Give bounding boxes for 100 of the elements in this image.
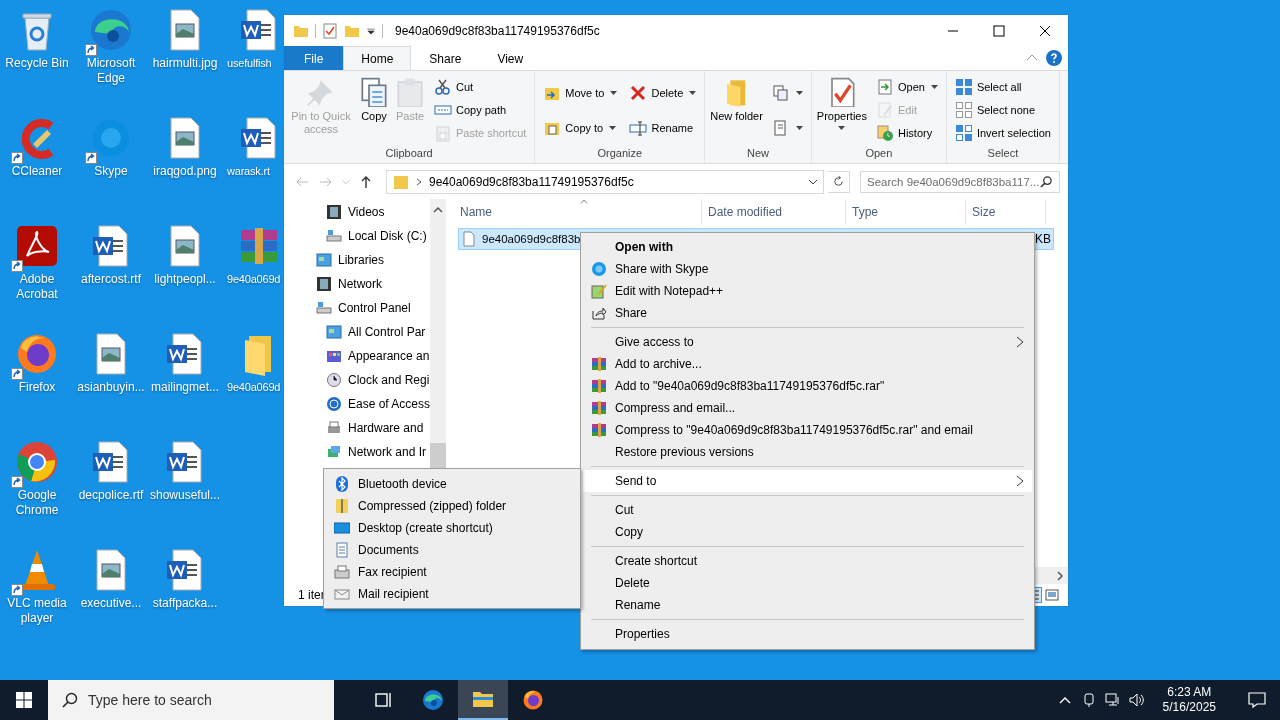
menu-item[interactable]: Restore previous versions bbox=[583, 441, 1032, 463]
maximize-icon bbox=[993, 24, 1005, 37]
menu-item[interactable]: Cut bbox=[583, 499, 1032, 521]
nav-item[interactable]: Hardware and bbox=[284, 416, 431, 440]
menu-item[interactable]: Fax recipient bbox=[326, 561, 578, 583]
menu-item[interactable]: Send to bbox=[583, 470, 1032, 492]
ribbon-button[interactable]: History bbox=[874, 122, 940, 145]
refresh-button[interactable] bbox=[828, 170, 850, 193]
archive-icon bbox=[591, 400, 607, 416]
ribbon-button[interactable]: Rename bbox=[627, 116, 699, 139]
menu-item[interactable]: Copy bbox=[583, 521, 1032, 543]
column-header[interactable]: Type bbox=[846, 199, 966, 225]
ribbon-button[interactable]: Select none bbox=[952, 99, 1053, 121]
ribbon-tab[interactable]: File bbox=[284, 46, 344, 70]
archive-icon bbox=[591, 356, 607, 372]
mail-icon bbox=[334, 586, 350, 602]
file-name: 9e40a069d9c8f83b bbox=[482, 233, 582, 245]
menu-item[interactable]: Compress to "9e40a069d9c8f83ba11749195376df5c.rar" and email bbox=[583, 419, 1032, 441]
address-path[interactable]: 9e40a069d9c8f83ba11749195376df5c bbox=[429, 174, 801, 189]
menu-item[interactable]: Open with bbox=[583, 236, 1032, 258]
scroll-up-icon[interactable] bbox=[433, 205, 444, 215]
control-panel-icon bbox=[316, 252, 332, 268]
network-icon[interactable] bbox=[1104, 692, 1121, 708]
archive-icon bbox=[591, 422, 607, 438]
column-header[interactable]: Size bbox=[966, 199, 1046, 225]
menu-item[interactable]: Edit with Notepad++ bbox=[583, 280, 1032, 302]
nav-item[interactable]: Network and Ir bbox=[284, 440, 431, 464]
nav-item[interactable]: Local Disk (C:) bbox=[284, 224, 431, 248]
ribbon-tab[interactable]: Share bbox=[411, 46, 480, 70]
taskbar-search-field[interactable]: Type here to search bbox=[48, 680, 334, 720]
notepad-icon bbox=[591, 283, 607, 299]
nav-item[interactable]: Appearance an bbox=[284, 344, 431, 368]
menu-item[interactable]: Create shortcut bbox=[583, 550, 1032, 572]
up-arrow-icon bbox=[359, 174, 373, 189]
large-icons-view-icon[interactable] bbox=[1044, 587, 1060, 603]
menu-item[interactable]: Delete bbox=[583, 572, 1032, 594]
ribbon-button[interactable]: Move to bbox=[541, 81, 620, 104]
nav-item[interactable]: Ease of Access bbox=[284, 392, 431, 416]
ribbon-button[interactable]: Copy bbox=[357, 75, 391, 145]
ribbon-button[interactable]: Properties bbox=[814, 75, 869, 145]
nav-item[interactable]: Network bbox=[284, 272, 431, 296]
printer-icon bbox=[326, 420, 342, 436]
nav-item[interactable]: Control Panel bbox=[284, 296, 431, 320]
bluetooth-icon bbox=[334, 476, 350, 492]
ribbon-button[interactable]: Open bbox=[874, 75, 940, 98]
close-icon bbox=[1039, 24, 1051, 37]
menu-item[interactable]: Rename bbox=[583, 594, 1032, 616]
clock-date[interactable]: 5/16/2025 bbox=[1162, 700, 1216, 715]
nav-item[interactable]: Clock and Regi bbox=[284, 368, 431, 392]
window-title: 9e40a069d9c8f83ba11749195376df5c bbox=[395, 23, 601, 38]
menu-item[interactable]: Properties bbox=[583, 623, 1032, 645]
ribbon-group-label: Clipboard bbox=[384, 146, 434, 161]
menu-item[interactable]: Compressed (zipped) folder bbox=[326, 495, 578, 517]
palette-icon bbox=[326, 348, 342, 364]
browser-icon bbox=[521, 688, 545, 712]
menu-item[interactable]: Share with Skype bbox=[583, 258, 1032, 280]
invert-selection-icon bbox=[954, 124, 973, 143]
nav-item[interactable]: Videos bbox=[284, 200, 431, 224]
ribbon-button[interactable]: Cut bbox=[432, 75, 529, 98]
address-bar[interactable]: 9e40a069d9c8f83ba11749195376df5c bbox=[386, 169, 824, 194]
chevron-right-icon bbox=[1016, 475, 1024, 487]
taskbar-app-button[interactable] bbox=[458, 680, 508, 720]
ribbon-button[interactable]: Delete bbox=[627, 81, 699, 104]
column-header[interactable]: Name bbox=[440, 199, 702, 225]
ribbon-tab[interactable]: View bbox=[479, 46, 542, 70]
nav-item[interactable]: All Control Par bbox=[284, 320, 431, 344]
edit-icon bbox=[876, 101, 894, 119]
column-header[interactable]: Date modified bbox=[702, 199, 846, 225]
control-panel-icon bbox=[326, 324, 342, 340]
ribbon-button[interactable]: New folder bbox=[708, 75, 765, 145]
menu-item[interactable]: Desktop (create shortcut) bbox=[326, 517, 578, 539]
scroll-right-icon[interactable] bbox=[1055, 570, 1065, 581]
search-field[interactable]: Search 9e40a069d9c8f83ba117... bbox=[860, 170, 1060, 193]
search-icon bbox=[1040, 175, 1053, 188]
menu-item[interactable]: Mail recipient bbox=[326, 583, 578, 605]
menu-item[interactable]: Bluetooth device bbox=[326, 473, 578, 495]
windows-logo-icon bbox=[16, 692, 32, 708]
file-size: KB bbox=[1035, 232, 1052, 246]
clock-time[interactable]: 6:23 AM bbox=[1162, 685, 1216, 700]
refresh-icon bbox=[832, 175, 845, 188]
menu-item[interactable]: Give access to bbox=[583, 331, 1032, 353]
volume-icon[interactable] bbox=[1128, 692, 1145, 708]
ribbon-button[interactable]: Copy path bbox=[432, 99, 529, 121]
menu-item[interactable]: Documents bbox=[326, 539, 578, 561]
ribbon-button[interactable]: Invert selection bbox=[952, 122, 1053, 145]
ribbon-button[interactable]: Select all bbox=[952, 75, 1053, 98]
ribbon-tab[interactable]: Home bbox=[343, 46, 412, 70]
fax-icon bbox=[334, 564, 350, 580]
help-icon[interactable] bbox=[1046, 50, 1062, 66]
film-icon bbox=[316, 276, 332, 292]
menu-item[interactable]: Add to "9e40a069d9c8f83ba11749195376df5c.rar" bbox=[583, 375, 1032, 397]
accessibility-icon bbox=[326, 396, 342, 412]
folder-icon bbox=[393, 173, 409, 190]
browser-icon bbox=[421, 688, 445, 712]
properties-icon[interactable] bbox=[322, 22, 338, 39]
menu-item[interactable]: Add to archive... bbox=[583, 353, 1032, 375]
nav-item[interactable]: Libraries bbox=[284, 248, 431, 272]
menu-item[interactable]: Compress and email... bbox=[583, 397, 1032, 419]
menu-item[interactable]: Share bbox=[583, 302, 1032, 324]
ribbon-button[interactable]: Copy to bbox=[541, 116, 620, 139]
